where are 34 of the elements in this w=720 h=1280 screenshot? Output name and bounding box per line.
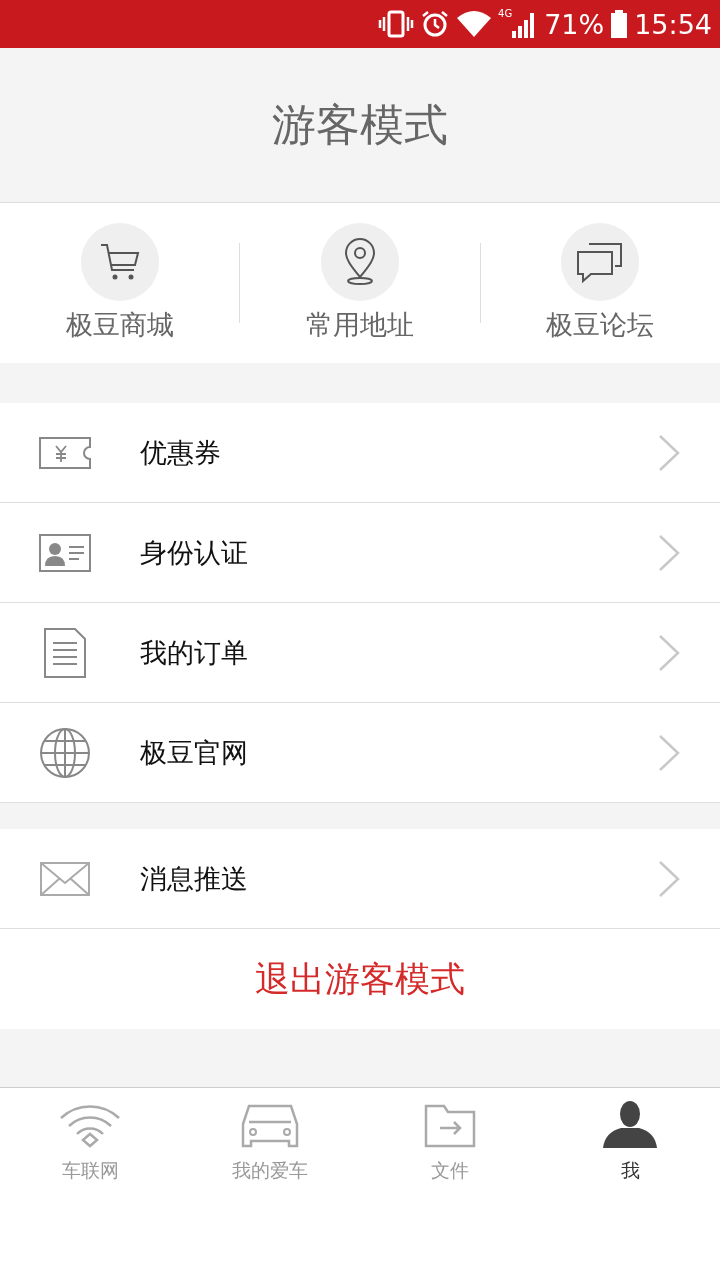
nav-tab[interactable]: 文件 <box>360 1088 540 1184</box>
chevron-right-icon <box>658 733 680 772</box>
page-title: 游客模式 <box>272 97 448 152</box>
vibrate-icon <box>378 9 415 39</box>
id-card-icon <box>39 533 91 572</box>
chevron-right-icon <box>658 533 680 572</box>
battery-percent: 71% <box>544 8 605 40</box>
nav-tab[interactable]: 我 <box>540 1088 720 1184</box>
envelope-icon <box>40 861 90 896</box>
shortcut-button[interactable]: 极豆商城 <box>0 223 240 343</box>
battery-icon <box>610 9 629 39</box>
ticket-icon <box>39 435 91 470</box>
chevron-right-icon <box>658 433 680 472</box>
shortcut-button[interactable]: 常用地址 <box>240 223 480 343</box>
clock: 15:54 <box>634 8 712 40</box>
cart-icon <box>98 242 141 282</box>
menu-item[interactable]: 优惠券 <box>0 403 720 503</box>
network-label: 4G <box>498 8 513 19</box>
shortcut-button[interactable]: 极豆论坛 <box>480 223 720 343</box>
menu-item[interactable]: 消息推送 <box>0 829 720 929</box>
nav-tab[interactable]: 车联网 <box>0 1088 180 1184</box>
exit-guest-mode-button[interactable]: 退出游客模式 <box>0 929 720 1029</box>
chevron-right-icon <box>658 859 680 898</box>
chevron-right-icon <box>658 633 680 672</box>
location-pin-icon <box>342 237 378 287</box>
menu-item[interactable]: 极豆官网 <box>0 703 720 803</box>
folder-arrow-icon <box>424 1102 476 1148</box>
document-icon <box>43 626 87 679</box>
menu-item[interactable]: 我的订单 <box>0 603 720 703</box>
wifi-icon <box>59 1102 121 1148</box>
wifi-icon <box>456 10 493 38</box>
globe-icon <box>39 726 91 779</box>
menu-item[interactable]: 身份认证 <box>0 503 720 603</box>
person-icon <box>603 1100 657 1148</box>
